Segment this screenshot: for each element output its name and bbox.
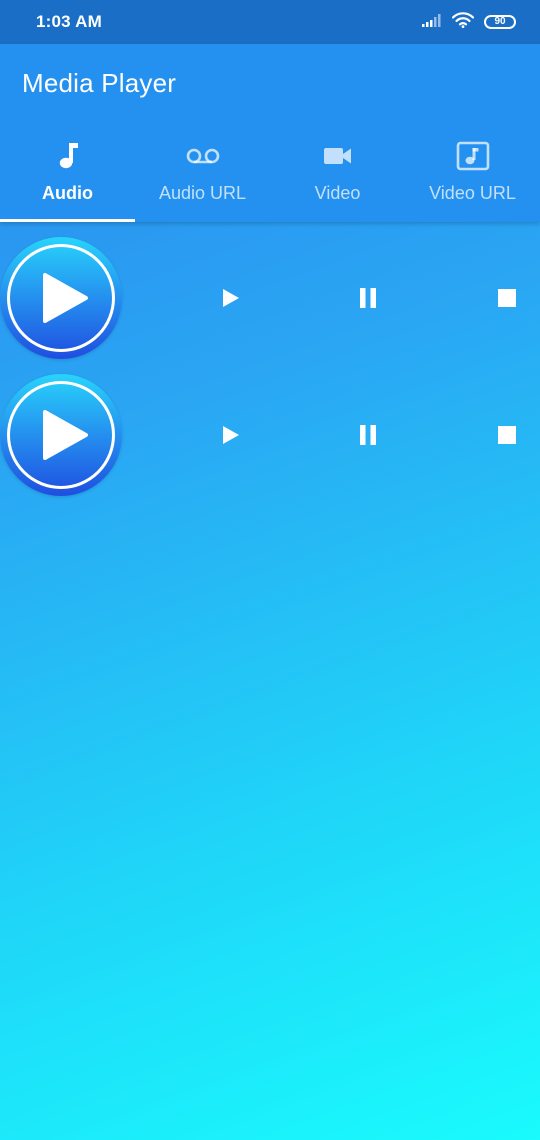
- pause-button[interactable]: [348, 278, 388, 318]
- tab-video[interactable]: Video: [270, 129, 405, 222]
- play-icon: [223, 289, 239, 307]
- play-circle-icon: [43, 273, 88, 323]
- app-bar: Media Player Audio Audio URL Video Video…: [0, 44, 540, 222]
- pause-icon: [360, 425, 376, 445]
- music-note-icon: [56, 137, 80, 175]
- page-title: Media Player: [22, 68, 177, 98]
- music-video-icon: [456, 137, 490, 175]
- videocam-icon: [323, 137, 353, 175]
- tab-label: Video: [314, 183, 361, 203]
- player-row: [0, 237, 540, 359]
- tab-audio[interactable]: Audio: [0, 129, 135, 222]
- stop-button[interactable]: [487, 415, 527, 455]
- play-circle-button[interactable]: [0, 374, 122, 496]
- tab-audio-url[interactable]: Audio URL: [135, 129, 270, 222]
- status-icons: 90: [422, 11, 516, 33]
- stop-icon: [498, 426, 516, 444]
- play-circle-icon: [43, 410, 88, 460]
- tab-indicator: [0, 219, 135, 222]
- play-icon: [223, 426, 239, 444]
- play-circle-button[interactable]: [0, 237, 122, 359]
- pause-icon: [360, 288, 376, 308]
- status-time: 1:03 AM: [36, 12, 102, 31]
- tab-label: Audio URL: [158, 183, 247, 203]
- stop-button[interactable]: [487, 278, 527, 318]
- player-row: [0, 374, 540, 496]
- stop-icon: [498, 289, 516, 307]
- play-button[interactable]: [211, 415, 251, 455]
- signal-icon: [422, 13, 442, 32]
- wifi-icon: [451, 11, 475, 33]
- tab-label: Video URL: [429, 183, 516, 203]
- battery-icon: 90: [484, 15, 516, 29]
- tab-video-url[interactable]: Video URL: [405, 129, 540, 222]
- pause-button[interactable]: [348, 415, 388, 455]
- play-button[interactable]: [211, 278, 251, 318]
- tab-bar: Audio Audio URL Video Video URL: [0, 129, 540, 222]
- tab-label: Audio: [42, 183, 93, 203]
- battery-level: 90: [494, 16, 506, 27]
- status-bar: 1:03 AM 90: [0, 0, 540, 44]
- voicemail-icon: [185, 137, 221, 175]
